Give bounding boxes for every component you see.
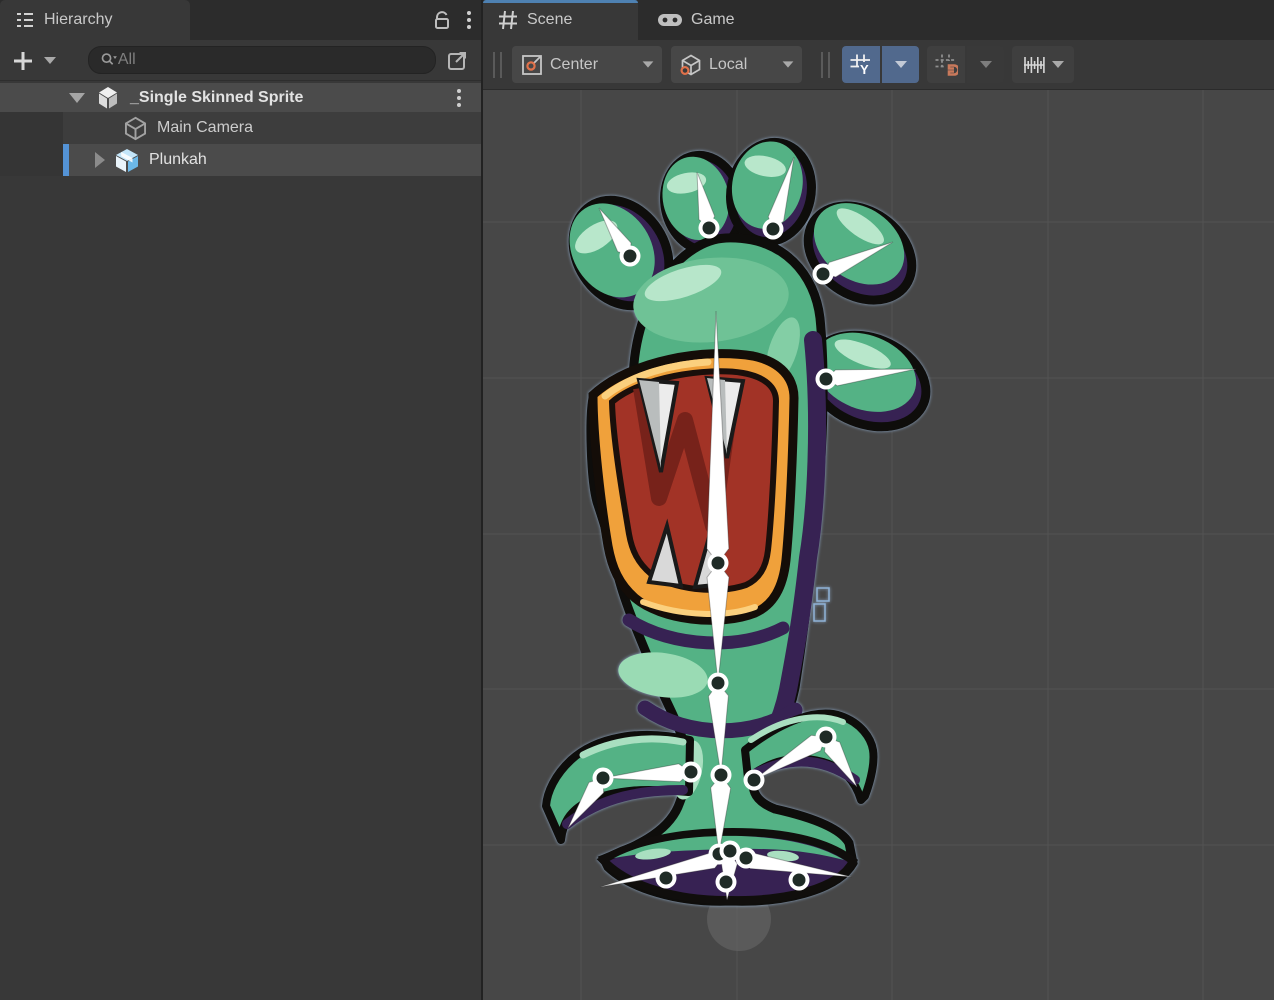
row-label: Main Camera [157,119,253,137]
tab-game[interactable]: Game [643,0,783,40]
hierarchy-list-icon [14,9,36,31]
chevron-down-icon [643,61,654,67]
add-gameobject-button[interactable] [8,47,38,74]
grid-visibility-dropdown[interactable] [882,46,919,83]
scene-grid-icon [497,9,519,31]
scene-menu-icon[interactable] [457,89,461,107]
grid-snap-magnet-icon [934,53,958,77]
toolbar-drag-handle[interactable] [493,52,502,78]
unity-scene-icon [95,85,121,111]
row-label: Plunkah [149,151,207,169]
hierarchy-tab-label: Hierarchy [44,11,112,29]
tab-scene[interactable]: Scene [483,0,638,40]
open-in-window-icon[interactable] [443,46,473,74]
scene-header-row[interactable]: _Single Skinned Sprite [0,83,481,112]
scene-foldout-icon[interactable] [69,93,85,103]
add-gameobject-dropdown-caret[interactable] [44,57,56,64]
hierarchy-panel: Hierarchy [0,0,481,1000]
grid-axis-letter: Y [860,62,869,77]
chevron-down-icon [1052,61,1064,68]
grid-visibility-toggle[interactable]: Y [842,46,880,83]
snap-increment-dropdown[interactable] [1012,46,1074,83]
hierarchy-tree: _Single Skinned Sprite Main Camera [0,83,481,176]
increment-ruler-icon [1022,55,1046,75]
unity-editor-window: Hierarchy [0,0,1274,1000]
tab-hierarchy[interactable]: Hierarchy [0,0,190,40]
hierarchy-menu-icon[interactable] [467,11,471,29]
scene-tab-label: Scene [527,11,572,29]
scene-toolbar: Center Local [483,40,1274,90]
scene-name-label: _Single Skinned Sprite [130,89,303,107]
game-controller-icon [657,10,683,30]
orientation-label: Local [709,56,747,74]
snap-to-grid-toggle[interactable] [927,46,965,83]
chevron-down-icon [895,61,907,68]
selection-accent-bar [63,144,69,176]
pivot-center-icon [520,53,544,77]
gameobject-cube-icon [122,115,149,142]
scene-panel: Scene Game Center [483,0,1274,1000]
search-input[interactable] [118,51,425,69]
mouth-shape [593,354,794,621]
snap-settings-dropdown[interactable] [967,46,1004,83]
unlock-icon[interactable] [431,9,453,31]
local-cube-icon [679,53,703,77]
grid-axis-icon: Y [849,53,873,77]
hierarchy-row-plunkah[interactable]: Plunkah [0,144,481,176]
game-tab-label: Game [691,11,735,29]
scene-viewport[interactable] [483,90,1274,1000]
focused-tab-highlight [483,0,638,3]
hierarchy-search-field[interactable] [88,46,436,74]
tool-handle-position-dropdown[interactable]: Center [512,46,662,83]
hierarchy-tabstrip: Hierarchy [0,0,481,40]
hierarchy-toolbar [0,40,481,81]
chevron-down-icon [783,61,794,67]
scene-tabstrip: Scene Game [483,0,1274,40]
plunkah-foldout-icon[interactable] [95,152,105,168]
search-icon [99,50,118,70]
tool-handle-rotation-dropdown[interactable]: Local [671,46,802,83]
sprite-outline-artifacts [814,588,829,621]
hierarchy-row-main-camera[interactable]: Main Camera [0,112,481,144]
chevron-down-icon [980,61,992,68]
plus-icon [11,49,35,73]
pivot-label: Center [550,56,598,74]
toolbar-drag-handle[interactable] [821,52,830,78]
prefab-icon [113,146,141,174]
